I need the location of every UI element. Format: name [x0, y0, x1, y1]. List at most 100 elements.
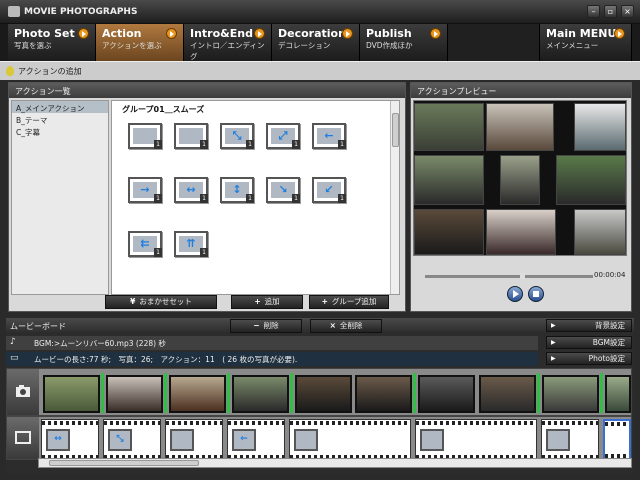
panel-title: アクション一覧 [9, 83, 405, 98]
close-button[interactable]: × [621, 5, 634, 18]
minus-icon: − [253, 321, 260, 330]
photo-settings-button[interactable]: Photo設定 [546, 352, 632, 365]
bgm-settings-button[interactable]: BGM設定 [546, 336, 632, 349]
group-title: グループ01＿スムーズ [122, 105, 205, 114]
action-track: ↔ ⤡ ← [6, 416, 632, 461]
action-clip[interactable] [289, 419, 411, 461]
action-list-panel: アクション一覧 A_メインアクション B_テーマ C_字幕 グループ01＿スムー… [8, 82, 406, 312]
clip-separator [290, 373, 293, 413]
preview-screen [413, 100, 627, 256]
play-button[interactable] [507, 286, 523, 302]
photo-clip[interactable] [295, 375, 352, 413]
photo-clip[interactable] [43, 375, 100, 413]
photo-clip[interactable] [418, 375, 475, 413]
action-category-list: A_メインアクション B_テーマ C_字幕 [11, 100, 109, 295]
action-clip[interactable]: ← [227, 419, 285, 461]
thumb-badge: 1 [200, 140, 208, 149]
photo-clip[interactable] [479, 375, 536, 413]
action-thumb[interactable]: 1 [174, 123, 208, 149]
thumb-badge: 1 [338, 194, 346, 203]
preview-seek-bar[interactable] [425, 273, 593, 279]
scrollbar-thumb[interactable] [392, 113, 399, 147]
board-scrollbar[interactable] [38, 458, 632, 468]
add-action-label: アクションの追加 [18, 67, 82, 76]
photo-clip[interactable] [355, 375, 412, 413]
action-thumbnail-grid: グループ01＿スムーズ 1 1 ⤡ 1 ⤢ 1 ← 1 → 1 ↔ 1 ↕ 1 ↘ 1 ↙ 1 … [111, 100, 400, 295]
preview-photo [574, 103, 626, 151]
preview-photo [500, 155, 540, 205]
action-clip[interactable]: ↔ [41, 419, 99, 461]
app-title: MOVIE PHOTOGRAPHS [24, 7, 138, 17]
delete-all-button[interactable]: × 全削除 [310, 319, 382, 333]
action-thumb[interactable]: ← 1 [312, 123, 346, 149]
plus-icon: + [254, 297, 261, 306]
photo-clip[interactable] [169, 375, 226, 413]
close-icon: × [329, 321, 336, 330]
photo-clip[interactable] [106, 375, 163, 413]
action-thumb[interactable]: ⤡ 1 [220, 123, 254, 149]
action-thumb[interactable]: ↕ 1 [220, 177, 254, 203]
panel-title: アクションプレビュー [411, 83, 631, 98]
button-label: 追加 [264, 297, 280, 306]
grid-scrollbar[interactable] [390, 101, 399, 294]
preview-photo [414, 209, 484, 255]
preview-photo [414, 155, 484, 205]
action-thumb[interactable]: ⇈ 1 [174, 231, 208, 257]
film-icon [7, 417, 39, 459]
action-clip[interactable] [415, 419, 537, 461]
action-clip[interactable] [541, 419, 599, 461]
clip-separator [413, 373, 416, 413]
group-add-button[interactable]: + グループ追加 [309, 295, 389, 309]
tab-publish[interactable]: Publish DVD作成ほか [360, 24, 448, 61]
tab-main-menu[interactable]: Main MENU メインメニュー [540, 24, 632, 61]
app-icon [8, 6, 20, 17]
photo-clip[interactable] [605, 375, 631, 413]
tab-intro-end[interactable]: Intro&End イントロ／エンディング [184, 24, 272, 61]
plus-icon: + [321, 297, 328, 306]
action-thumb[interactable]: ↔ 1 [174, 177, 208, 203]
tab-photo-set[interactable]: Photo Set 写真を選ぶ [8, 24, 96, 61]
scrollbar-thumb[interactable] [49, 460, 199, 466]
preview-photo [414, 103, 484, 151]
add-button[interactable]: + 追加 [231, 295, 303, 309]
delete-button[interactable]: − 削除 [230, 319, 302, 333]
arrow-icon [614, 28, 625, 39]
clip-separator [227, 373, 230, 413]
action-thumb[interactable]: ⤢ 1 [266, 123, 300, 149]
tab-decoration[interactable]: Decoration デコレーション [272, 24, 360, 61]
action-thumb[interactable]: → 1 [128, 177, 162, 203]
action-clip[interactable]: ⤡ [103, 419, 161, 461]
action-thumb[interactable]: ⇇ 1 [128, 231, 162, 257]
movie-board: ムービーボード −削除 ×全削除 背景設定 ♪ BGM:>ムーンリバー60.mp… [6, 318, 634, 474]
photo-clip[interactable] [542, 375, 599, 413]
category-item[interactable]: C_字幕 [12, 125, 108, 137]
action-clip[interactable] [165, 419, 223, 461]
tab-subtitle: 写真を選ぶ [14, 41, 52, 50]
preview-photo [486, 209, 556, 255]
title-bar: MOVIE PHOTOGRAPHS – ▫ × [0, 0, 640, 24]
music-note-icon: ♪ [10, 337, 16, 347]
camera-icon [7, 369, 39, 415]
clip-separator [164, 373, 167, 413]
minimize-button[interactable]: – [587, 5, 600, 18]
board-title: ムービーボード [10, 322, 66, 331]
background-settings-button[interactable]: 背景設定 [546, 319, 632, 332]
zoom-arrows-icon: ⤡ [116, 434, 124, 444]
action-thumb[interactable]: ↙ 1 [312, 177, 346, 203]
action-thumb[interactable]: ↘ 1 [266, 177, 300, 203]
restore-button[interactable]: ▫ [604, 5, 617, 18]
category-item[interactable]: B_テーマ [12, 113, 108, 125]
preview-photo [486, 103, 554, 151]
stop-icon [533, 291, 539, 297]
stop-button[interactable] [528, 286, 544, 302]
button-label: 全削除 [339, 321, 363, 330]
photo-clip[interactable] [232, 375, 289, 413]
action-thumb[interactable]: 1 [128, 123, 162, 149]
tab-action[interactable]: Action アクションを選ぶ [96, 24, 184, 61]
category-item[interactable]: A_メインアクション [12, 101, 108, 113]
bgm-info: BGM:>ムーンリバー60.mp3 (228) 秒 [34, 339, 166, 348]
auto-set-button[interactable]: ¥ おまかせセット [105, 295, 217, 309]
action-toolbar: アクションの追加 [0, 61, 640, 80]
action-clip-selected[interactable] [603, 419, 631, 461]
seek-knob[interactable] [519, 273, 525, 279]
